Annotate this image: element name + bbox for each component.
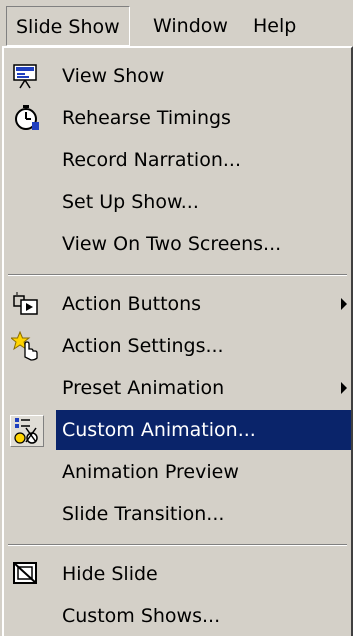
stopwatch-icon bbox=[10, 103, 42, 133]
menu-item-label: Record Narration... bbox=[62, 149, 241, 171]
menu-item-set-up-show[interactable]: Set Up Show... bbox=[4, 182, 351, 222]
menu-item-label: Preset Animation bbox=[62, 377, 225, 399]
menu-help[interactable]: Help bbox=[244, 6, 305, 46]
custom-animation-icon bbox=[10, 415, 44, 447]
menu-item-label: Action Buttons bbox=[62, 293, 202, 315]
slide-show-dropdown-menu: View Show Rehearse Timings Record Narrat… bbox=[2, 46, 353, 636]
submenu-arrow-icon bbox=[341, 382, 347, 394]
menu-item-label: Slide Transition... bbox=[62, 503, 225, 525]
menu-slide-show[interactable]: Slide Show bbox=[6, 6, 130, 46]
menu-item-custom-shows[interactable]: Custom Shows... bbox=[4, 596, 351, 636]
menu-item-slide-transition[interactable]: Slide Transition... bbox=[4, 494, 351, 534]
menu-separator bbox=[8, 274, 347, 276]
menu-item-hide-slide[interactable]: Hide Slide bbox=[4, 554, 351, 594]
menu-item-label: Custom Shows... bbox=[62, 605, 221, 627]
menu-item-view-show[interactable]: View Show bbox=[4, 56, 351, 96]
menu-item-label: View Show bbox=[62, 65, 165, 87]
view-show-icon bbox=[10, 61, 42, 91]
submenu-arrow-icon bbox=[341, 298, 347, 310]
menu-item-animation-preview[interactable]: Animation Preview bbox=[4, 452, 351, 492]
menu-item-label: Animation Preview bbox=[62, 461, 239, 483]
menu-item-record-narration[interactable]: Record Narration... bbox=[4, 140, 351, 180]
menu-item-label: Action Settings... bbox=[62, 335, 224, 357]
hide-slide-icon bbox=[10, 559, 42, 589]
menu-item-view-on-two-screens[interactable]: View On Two Screens... bbox=[4, 224, 351, 264]
action-settings-icon bbox=[10, 331, 42, 361]
menu-item-action-buttons[interactable]: Action Buttons bbox=[4, 284, 351, 324]
menu-item-label: Set Up Show... bbox=[62, 191, 199, 213]
menu-item-preset-animation[interactable]: Preset Animation bbox=[4, 368, 351, 408]
menu-item-custom-animation[interactable]: Custom Animation... bbox=[4, 410, 351, 450]
menu-item-action-settings[interactable]: Action Settings... bbox=[4, 326, 351, 366]
menu-item-rehearse-timings[interactable]: Rehearse Timings bbox=[4, 98, 351, 138]
menu-window[interactable]: Window bbox=[144, 6, 237, 46]
menu-separator bbox=[8, 544, 347, 546]
menu-bar: Slide Show Window Help bbox=[0, 0, 353, 52]
menu-item-label: Custom Animation... bbox=[62, 419, 256, 441]
menu-item-label: Rehearse Timings bbox=[62, 107, 231, 129]
action-buttons-icon bbox=[10, 289, 42, 319]
menu-item-label: View On Two Screens... bbox=[62, 233, 282, 255]
menu-item-label: Hide Slide bbox=[62, 563, 158, 585]
